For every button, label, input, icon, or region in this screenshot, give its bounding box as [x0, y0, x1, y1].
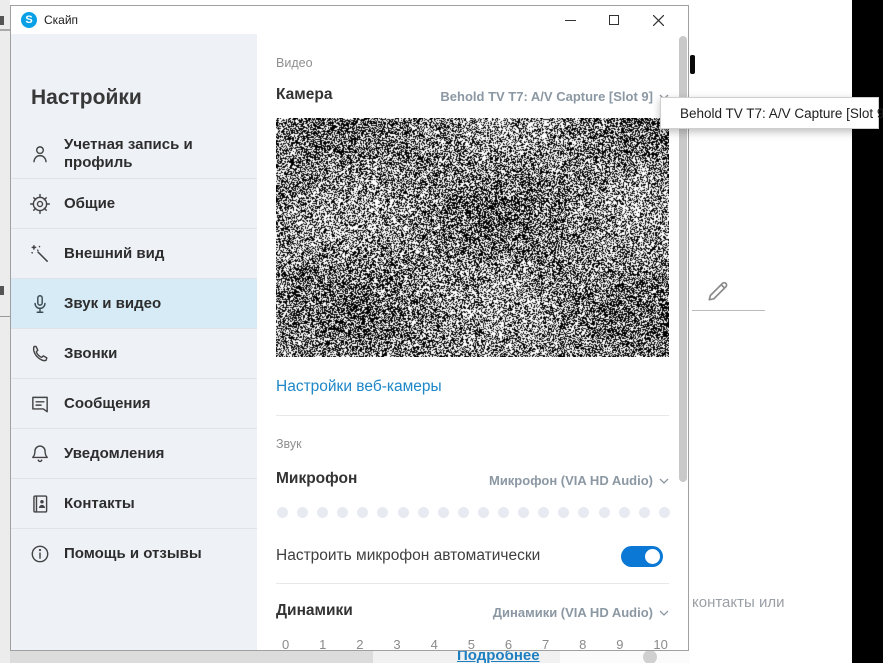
close-icon [653, 15, 664, 26]
sidebar-item-appearance[interactable]: Внешний вид [11, 229, 257, 279]
camera-label: Камера [276, 86, 332, 104]
sidebar-item-label: Учетная запись и профиль [64, 136, 257, 172]
microphone-label: Микрофон [276, 470, 357, 488]
settings-sidebar: Настройки Учетная запись и профиль Общие [11, 34, 257, 650]
toggle-knob [645, 549, 660, 564]
background-fragment [690, 55, 695, 74]
background-fragment [0, 316, 10, 317]
sidebar-list: Учетная запись и профиль Общие Внешний в… [11, 129, 257, 579]
phone-icon [29, 343, 51, 365]
sidebar-item-label: Звук и видео [64, 295, 175, 313]
speakers-label: Динамики [276, 602, 353, 620]
message-icon [29, 393, 51, 415]
skype-logo-icon: S [21, 12, 37, 28]
close-button[interactable] [636, 6, 680, 34]
screen: контакты или Подробнее S Скайп Настройки [0, 0, 883, 663]
sidebar-item-label: Контакты [64, 495, 149, 513]
background-strip [10, 651, 373, 663]
auto-mic-toggle[interactable] [621, 546, 663, 567]
background-fragment [0, 29, 10, 31]
camera-dropdown-item-label: Behold TV T7: A/V Capture [Slot 9] [680, 106, 883, 121]
chevron-down-icon [659, 478, 669, 484]
sidebar-item-help[interactable]: Помощь и отзывы [11, 529, 257, 579]
speakers-select[interactable]: Динамики (VIA HD Audio) [493, 605, 669, 620]
sidebar-item-label: Уведомления [64, 445, 178, 463]
skype-settings-window: S Скайп Настройки Учетная запись и профи… [10, 5, 689, 651]
maximize-button[interactable] [592, 6, 636, 34]
contacts-icon [29, 493, 51, 515]
sidebar-item-label: Общие [64, 195, 129, 213]
divider [276, 415, 669, 416]
sidebar-item-contacts[interactable]: Контакты [11, 479, 257, 529]
speaker-volume-scale: 01 23 45 67 89 10 [282, 637, 668, 652]
sidebar-heading: Настройки [31, 86, 142, 110]
camera-select-value: Behold TV T7: A/V Capture [Slot 9] [440, 89, 653, 104]
pencil-icon [703, 276, 733, 311]
minimize-button[interactable] [548, 6, 592, 34]
wand-icon [29, 243, 51, 265]
video-section-label: Видео [276, 56, 313, 70]
mic-level-meter [277, 507, 670, 518]
background-left-strip [0, 0, 10, 663]
user-icon [29, 143, 51, 165]
background-fragment [0, 16, 4, 25]
background-strip [560, 651, 690, 663]
chevron-down-icon [659, 610, 669, 616]
window-controls [548, 6, 680, 34]
sidebar-item-label: Внешний вид [64, 245, 178, 263]
bell-icon [29, 443, 51, 465]
camera-select[interactable]: Behold TV T7: A/V Capture [Slot 9] [440, 89, 669, 104]
window-title: Скайп [44, 6, 78, 34]
auto-mic-label: Настроить микрофон автоматически [276, 547, 540, 565]
background-text: контакты или [692, 594, 784, 611]
sidebar-item-account[interactable]: Учетная запись и профиль [11, 129, 257, 179]
divider [276, 583, 669, 584]
microphone-select[interactable]: Микрофон (VIA HD Audio) [489, 473, 669, 488]
background-underline [692, 310, 765, 311]
titlebar: S Скайп [11, 6, 688, 34]
microphone-select-value: Микрофон (VIA HD Audio) [489, 473, 653, 488]
sidebar-item-calls[interactable]: Звонки [11, 329, 257, 379]
sidebar-item-general[interactable]: Общие [11, 179, 257, 229]
background-fragment [0, 286, 4, 295]
camera-preview [276, 118, 669, 357]
camera-dropdown-item[interactable]: Behold TV T7: A/V Capture [Slot 9] [660, 97, 879, 129]
maximize-icon [609, 15, 619, 25]
sidebar-item-messages[interactable]: Сообщения [11, 379, 257, 429]
info-icon [29, 543, 51, 565]
speakers-select-value: Динамики (VIA HD Audio) [493, 605, 653, 620]
sidebar-item-label: Помощь и отзывы [64, 545, 216, 563]
sidebar-item-label: Звонки [64, 345, 131, 363]
audio-section-label: Звук [276, 437, 302, 451]
gear-icon [29, 193, 51, 215]
sidebar-item-audio-video[interactable]: Звук и видео [11, 279, 257, 329]
webcam-settings-link[interactable]: Настройки веб-камеры [276, 378, 442, 396]
microphone-icon [29, 293, 51, 315]
sidebar-item-notifications[interactable]: Уведомления [11, 429, 257, 479]
sidebar-item-label: Сообщения [64, 395, 164, 413]
minimize-icon [565, 20, 576, 21]
